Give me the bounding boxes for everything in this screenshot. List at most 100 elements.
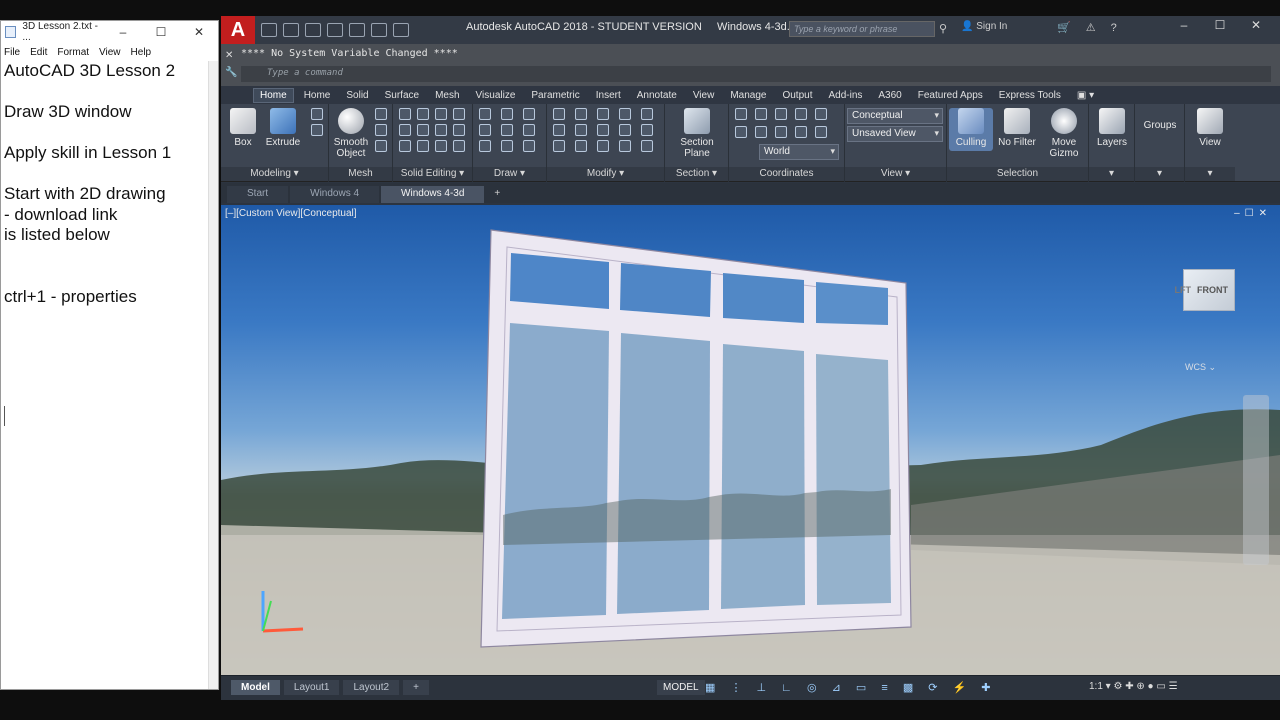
save-icon[interactable] (305, 23, 321, 37)
interfere-icon[interactable] (417, 124, 429, 136)
polysolid-icon[interactable] (311, 124, 323, 136)
menu-file[interactable]: File (4, 47, 20, 58)
polygon-icon[interactable] (479, 140, 491, 152)
join-icon[interactable] (619, 140, 631, 152)
tab-mesh[interactable]: Mesh (435, 90, 459, 101)
panel-label-modify[interactable]: Modify ▾ (547, 167, 664, 181)
hatch-icon[interactable] (501, 140, 513, 152)
copy-icon[interactable] (597, 124, 609, 136)
menu-edit[interactable]: Edit (30, 47, 47, 58)
command-input[interactable]: Type a command (241, 66, 1271, 82)
tab-home-active[interactable]: Home (253, 87, 294, 103)
viewcube[interactable]: LFT FRONT (1175, 269, 1235, 311)
save-as-icon[interactable] (327, 23, 343, 37)
circle-icon[interactable] (523, 108, 535, 120)
fillet-icon[interactable] (575, 140, 587, 152)
maximize-button[interactable]: ☐ (1202, 18, 1238, 32)
new-tab-button[interactable]: + (486, 186, 508, 203)
binoculars-icon[interactable]: ⚲ (939, 22, 947, 35)
intersect-icon[interactable] (399, 140, 411, 152)
ucs-object-icon[interactable] (755, 126, 767, 138)
search-input[interactable]: Type a keyword or phrase (789, 21, 935, 37)
panel-label-section[interactable]: Section ▾ (665, 167, 728, 181)
ucs-view-icon[interactable] (735, 126, 747, 138)
ucs-z-icon[interactable] (815, 108, 827, 120)
ucs-icon[interactable] (735, 108, 747, 120)
drafting-settings-icons[interactable]: ▦ ⋮ ⊥ ∟ ◎ ⊿ ▭ ≡ ▩ ⟳ ⚡ ✚ (705, 681, 997, 694)
shell-icon[interactable] (435, 140, 447, 152)
visual-style-dropdown[interactable]: Conceptual (847, 108, 943, 124)
menu-format[interactable]: Format (57, 47, 89, 58)
separate-icon[interactable] (453, 124, 465, 136)
box-button[interactable]: Box (221, 108, 265, 148)
helix-icon[interactable] (523, 140, 535, 152)
redo-icon[interactable] (393, 23, 409, 37)
panel-label-view[interactable]: View ▾ (845, 167, 946, 181)
panel-label-solid-editing[interactable]: Solid Editing ▾ (393, 167, 472, 181)
help-icons[interactable]: 🛒 ⚠ ? (1057, 21, 1123, 34)
ucs-face-icon[interactable] (775, 126, 787, 138)
polyline-icon[interactable] (479, 124, 491, 136)
model-space-button[interactable]: MODEL (657, 680, 705, 695)
minimize-button[interactable]: – (104, 25, 142, 39)
array-icon[interactable] (619, 108, 631, 120)
print-icon[interactable] (349, 23, 365, 37)
presspull-icon[interactable] (311, 108, 323, 120)
slice-icon[interactable] (417, 108, 429, 120)
file-tab-start[interactable]: Start (227, 186, 289, 203)
annotation-scale[interactable]: 1:1 ▾ ⚙ ✚ ⊕ ● ▭ ☰ (1089, 681, 1178, 692)
arc-icon[interactable] (501, 108, 513, 120)
layout-tab-layout2[interactable]: Layout2 (343, 680, 400, 695)
ucs-x-icon[interactable] (775, 108, 787, 120)
tab-express-tools[interactable]: Express Tools (999, 90, 1061, 101)
view-expand-icon[interactable]: ▾ (1185, 167, 1235, 181)
trim-icon[interactable] (553, 108, 565, 120)
panel-label-selection[interactable]: Selection (947, 167, 1088, 181)
layout-tab-layout1[interactable]: Layout1 (283, 680, 340, 695)
layout-tab-model[interactable]: Model (231, 680, 280, 695)
ucs-zaxis-icon[interactable] (815, 126, 827, 138)
tab-surface[interactable]: Surface (385, 90, 419, 101)
panel-label-draw[interactable]: Draw ▾ (473, 167, 546, 181)
layers-expand-icon[interactable]: ▾ (1089, 167, 1134, 181)
panel-label-modeling[interactable]: Modeling ▾ (221, 167, 328, 181)
ucs-origin-icon[interactable] (755, 108, 767, 120)
layers-button[interactable]: Layers (1090, 108, 1134, 148)
application-menu-button[interactable]: A (221, 16, 255, 44)
groups-button[interactable]: Groups (1138, 120, 1182, 131)
stretch-icon[interactable] (641, 124, 653, 136)
view-button[interactable]: View (1188, 108, 1232, 148)
section-plane-button[interactable]: Section Plane (673, 108, 721, 159)
subtract-icon[interactable] (399, 124, 411, 136)
scale-icon[interactable] (619, 124, 631, 136)
notepad-text-area[interactable]: AutoCAD 3D Lesson 2 Draw 3D window Apply… (4, 61, 208, 307)
extrude-faces-icon[interactable] (435, 124, 447, 136)
add-layout-button[interactable]: + (403, 680, 429, 695)
smooth-object-button[interactable]: Smooth Object (329, 108, 373, 159)
groups-expand-icon[interactable]: ▾ (1135, 167, 1184, 181)
mesh-smooth-less-icon[interactable] (375, 124, 387, 136)
close-button[interactable]: ✕ (180, 25, 218, 39)
tab-a360[interactable]: A360 (878, 90, 901, 101)
explode-icon[interactable] (641, 108, 653, 120)
imprint-icon[interactable] (453, 140, 465, 152)
mesh-smooth-more-icon[interactable] (375, 108, 387, 120)
ucs-3point-icon[interactable] (795, 126, 807, 138)
tab-annotate[interactable]: Annotate (637, 90, 677, 101)
tab-manage[interactable]: Manage (730, 90, 766, 101)
panel-label-coordinates[interactable]: Coordinates (729, 167, 844, 181)
move-gizmo-button[interactable]: Move Gizmo (1041, 108, 1087, 159)
tab-featured-apps[interactable]: Featured Apps (918, 90, 983, 101)
thicken-icon[interactable] (417, 140, 429, 152)
mirror-icon[interactable] (553, 124, 565, 136)
union-icon[interactable] (399, 108, 411, 120)
drawing-viewport[interactable]: [–][Custom View][Conceptual] –☐✕ LFT FRO… (221, 205, 1280, 675)
file-tab-windows-4-3d[interactable]: Windows 4-3d (381, 186, 485, 203)
culling-button[interactable]: Culling (949, 108, 993, 151)
file-tab-windows-4[interactable]: Windows 4 (290, 186, 380, 203)
close-button[interactable]: ✕ (1238, 18, 1274, 32)
new-file-icon[interactable] (261, 23, 277, 37)
saved-view-dropdown[interactable]: Unsaved View (847, 126, 943, 142)
spline-icon[interactable] (501, 124, 513, 136)
ucs-world-dropdown[interactable]: World (759, 144, 839, 160)
